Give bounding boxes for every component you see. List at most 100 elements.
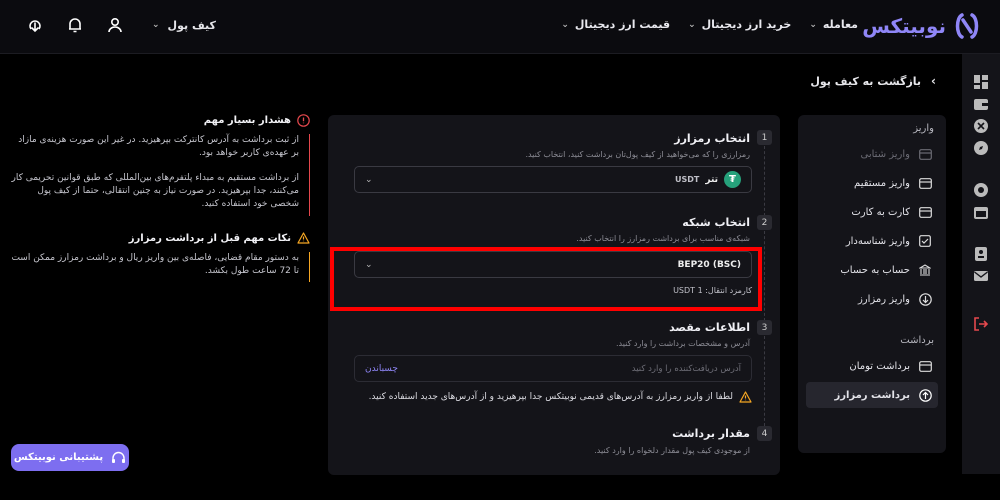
sidebar-item-label: کارت به کارت [851,206,910,218]
user-icon[interactable] [104,14,126,36]
nav-label: خرید ارز دیجیتال [701,18,792,31]
contact-card-icon[interactable] [973,246,989,262]
calendar-icon[interactable] [973,204,989,220]
sidebar-item-crypto-deposit[interactable]: واریز رمزارز [806,286,938,312]
chevron-down-icon: ⌄ [688,19,696,30]
step-title: انتخاب رمزارز [674,132,750,145]
sidebar-item-card-to-card[interactable]: کارت به کارت [806,199,938,225]
card-icon [918,147,932,161]
currency-name: تتر [705,174,718,185]
logo-text: نوبیتکس [862,14,946,38]
sidebar-item-label: برداشت تومان [849,360,910,372]
header-actions: ⌄ کیف پول [24,14,216,36]
step-connector [764,336,765,426]
side-rail [962,54,1000,474]
tips-paragraph: به دستور مقام قضایی، فاصله‌ی بین واریز ر… [11,253,299,276]
logout-icon[interactable] [973,316,989,332]
warning-text: لطفا از واریز رمزارز به آدرس‌های قدیمی ن… [368,392,733,402]
paste-button[interactable]: چسباندن [365,364,398,374]
sidebar-item-direct-deposit[interactable]: واریز مستقیم [806,170,938,196]
back-label: بازگشت به کیف پول [810,74,922,88]
warning-icon [297,232,310,244]
chevron-down-icon: ⌄ [809,19,817,30]
sidebar-item-label: واریز شتابی [860,148,910,160]
sidebar-item-label: واریز رمزارز [857,293,910,305]
sidebar-item-crypto-withdraw[interactable]: برداشت رمزارز [806,382,938,408]
step-subtitle: شبکه‌ی مناسب برای برداشت رمزارز را انتخا… [576,234,750,243]
tips-body: به دستور مقام قضایی، فاصله‌ی بین واریز ر… [10,252,310,282]
chevron-down-icon: ⌄ [561,19,569,30]
nav-crypto-price[interactable]: قیمت ارز دیجیتال ⌄ [561,18,670,31]
nav-label: معامله [822,18,858,31]
wallet-dropdown[interactable]: ⌄ کیف پول [152,19,216,32]
mail-icon[interactable] [973,268,989,284]
sidebar-item-instant-deposit[interactable]: واریز شتابی [806,141,938,167]
coin-icon[interactable] [973,182,989,198]
withdraw-section-title: برداشت [900,335,934,346]
chevron-right-icon: › [931,74,936,88]
headset-icon [112,451,126,463]
note-title-text: هشدار بسیار مهم [203,115,291,126]
sidebar-item-label: واریز شناسه‌دار [845,235,910,247]
nav-trade[interactable]: معامله ⌄ [809,18,858,31]
note-title-text: نکات مهم قبل از برداشت رمزارز [128,232,291,244]
nav-buy-crypto[interactable]: خرید ارز دیجیتال ⌄ [688,18,791,31]
important-warning-title: هشدار بسیار مهم [204,114,310,127]
alert-circle-icon [297,114,310,127]
chevron-down-icon: ⌄ [365,174,373,185]
logo-mark-icon [955,13,979,39]
arrow-up-circle-icon [918,388,932,402]
sidebar-item-toman-withdraw[interactable]: برداشت تومان [806,353,938,379]
card-transfer-icon [918,205,932,219]
warning-paragraph: از ثبت برداشت به آدرس کانترکت بپرهیزید. … [18,135,299,158]
sidebar-item-id-deposit[interactable]: واریز شناسه‌دار [806,228,938,254]
support-button[interactable]: پشتیبانی نوبیتکس [11,444,129,471]
logo[interactable]: نوبیتکس [862,11,980,41]
dashboard-icon[interactable] [973,74,989,90]
currency-select[interactable]: ₮ تتر USDT ⌄ [354,166,752,193]
network-highlight-box [330,247,762,311]
compass-icon[interactable] [973,140,989,156]
old-address-warning: لطفا از واریز رمزارز به آدرس‌های قدیمی ن… [369,391,752,403]
checkbox-icon [918,234,932,248]
card-withdraw-icon [918,359,932,373]
step-subtitle: از موجودی کیف پول مقدار دلخواه را وارد ک… [594,446,750,455]
address-placeholder: آدرس دریافت‌کننده را وارد کنید [631,363,741,374]
wallet-icon[interactable] [973,96,989,112]
main-nav: معامله ⌄ خرید ارز دیجیتال ⌄ قیمت ارز دیجیت… [561,18,858,31]
top-header: نوبیتکس معامله ⌄ خرید ارز دیجیتال ⌄ قیمت ا… [0,0,1000,54]
step-connector [764,231,765,321]
step-number: 4 [757,426,772,441]
back-to-wallet-link[interactable]: › بازگشت به کیف پول [810,74,936,88]
bank-icon [918,263,932,277]
sidebar-item-account-to-account[interactable]: حساب به حساب [806,257,938,283]
tips-title: نکات مهم قبل از برداشت رمزارز [129,232,310,244]
step-title: مقدار برداشت [672,427,750,440]
sidebar-item-label: حساب به حساب [840,264,910,276]
sidebar-item-label: برداشت رمزارز [834,389,910,401]
close-circle-icon[interactable] [973,118,989,134]
step-connector [764,146,765,216]
arrow-down-circle-icon [918,292,932,306]
step-number: 1 [757,130,772,145]
support-label: پشتیبانی نوبیتکس [13,452,104,463]
address-input[interactable]: آدرس دریافت‌کننده را وارد کنید چسباندن [354,355,752,382]
warning-icon [739,391,752,403]
step-number: 2 [757,215,772,230]
step-subtitle: رمزارزی را که می‌خواهید از کیف پول‌تان ب… [525,150,750,159]
wallet-label: کیف پول [167,18,216,32]
bell-icon[interactable] [64,14,86,36]
sidebar-item-label: واریز مستقیم [854,177,910,189]
step-title: انتخاب شبکه [682,216,750,229]
chevron-down-icon: ⌄ [152,20,160,30]
step-title: اطلاعات مقصد [669,321,750,334]
tether-icon: ₮ [724,171,741,188]
card-edit-icon [918,176,932,190]
deposit-section-title: واریز [913,123,934,134]
important-warning-body: از ثبت برداشت به آدرس کانترکت بپرهیزید. … [10,134,310,216]
step-number: 3 [757,320,772,335]
download-app-icon[interactable] [24,14,46,36]
nav-label: قیمت ارز دیجیتال [574,18,671,31]
selected-currency: ₮ تتر USDT [675,171,741,188]
warning-paragraph: از برداشت مستقیم به مبداء پلتفرم‌های بین… [11,173,299,209]
